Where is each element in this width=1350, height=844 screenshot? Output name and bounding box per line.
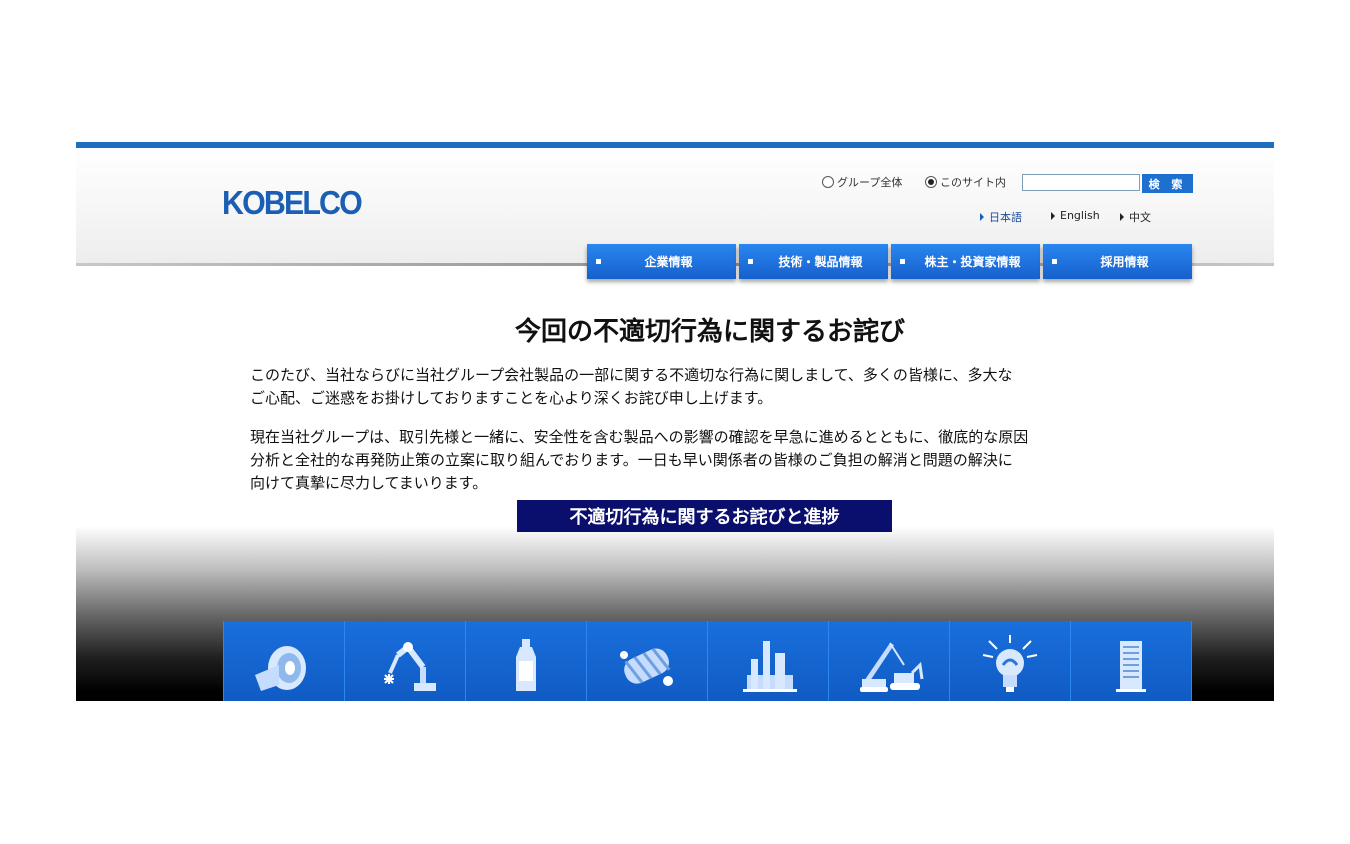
light-bulb-icon xyxy=(982,635,1038,692)
building-icon xyxy=(1116,641,1146,692)
business-tile[interactable] xyxy=(829,621,950,701)
lang-chinese[interactable]: 中文 xyxy=(1120,209,1151,225)
business-tile[interactable] xyxy=(950,621,1071,701)
paragraph-line: ご心配、ご迷惑をお掛けしておりますことを心より深くお詫び申し上げます。 xyxy=(250,389,773,407)
lang-label: English xyxy=(1060,209,1100,222)
paragraph-line: 分析と全社的な再発防止策の立案に取り組んでおります。一日も早い関係者の皆様のご負… xyxy=(250,451,1013,469)
business-tile[interactable] xyxy=(466,621,587,701)
paragraph-line: 現在当社グループは、取引先様と一緒に、安全性を含む製品への影響の確認を早急に進め… xyxy=(250,428,1029,446)
apology-paragraph: このたび、当社ならびに当社グループ会社製品の一部に関する不適切な行為に関しまして… xyxy=(250,364,1170,410)
scope-all-label: グループ全体 xyxy=(837,176,903,189)
page-title: 今回の不適切行為に関するお詫び xyxy=(514,317,905,347)
lang-label: 中文 xyxy=(1129,211,1151,224)
nav-recruit[interactable]: 採用情報 xyxy=(1043,244,1192,279)
search-input[interactable] xyxy=(1022,174,1140,191)
arrow-right-icon xyxy=(1051,211,1055,220)
business-icons-strip xyxy=(223,621,1192,701)
business-tile[interactable] xyxy=(345,621,466,701)
nav-label: 技術・製品情報 xyxy=(778,255,863,269)
kobelco-logo[interactable]: KOBELCO xyxy=(222,184,363,222)
compressor-icon xyxy=(620,647,673,686)
business-tile[interactable] xyxy=(587,621,708,701)
paragraph-line: このたび、当社ならびに当社グループ会社製品の一部に関する不適切な行為に関しまして… xyxy=(250,366,1013,384)
scope-site-label: このサイト内 xyxy=(940,176,1006,189)
nav-company-info[interactable]: 企業情報 xyxy=(587,244,736,279)
radio-checked-icon xyxy=(925,176,937,188)
apology-progress-link[interactable]: 不適切行為に関するお詫びと進捗 xyxy=(517,500,892,532)
welding-robot-icon xyxy=(384,642,436,691)
bottle-icon xyxy=(516,639,536,691)
site-container: KOBELCO グループ全体 このサイト内 検 索 日本語 English 中文… xyxy=(76,142,1274,701)
scope-site-radio[interactable]: このサイト内 xyxy=(925,174,1006,190)
construction-machinery-icon xyxy=(860,642,924,692)
arrow-right-icon xyxy=(980,213,984,221)
paragraph-line: 向けて真摯に尽力してまいります。 xyxy=(250,474,488,492)
search-button[interactable]: 検 索 xyxy=(1142,174,1193,193)
nav-label: 企業情報 xyxy=(644,255,693,269)
business-tile[interactable] xyxy=(708,621,829,701)
nav-investors[interactable]: 株主・投資家情報 xyxy=(891,244,1040,279)
radio-icon xyxy=(822,176,834,188)
steel-coil-icon xyxy=(255,646,306,691)
nav-label: 採用情報 xyxy=(1100,255,1149,269)
lang-japanese[interactable]: 日本語 xyxy=(980,209,1022,225)
lang-label: 日本語 xyxy=(989,211,1022,224)
scope-all-radio[interactable]: グループ全体 xyxy=(822,174,902,190)
lang-english[interactable]: English xyxy=(1051,209,1100,222)
nav-label: 株主・投資家情報 xyxy=(924,255,1021,269)
business-tile[interactable] xyxy=(1071,621,1192,701)
status-paragraph: 現在当社グループは、取引先様と一緒に、安全性を含む製品への影響の確認を早急に進め… xyxy=(250,426,1170,495)
nav-technology-products[interactable]: 技術・製品情報 xyxy=(739,244,888,279)
plant-icon xyxy=(743,641,797,692)
business-tile[interactable] xyxy=(223,621,345,701)
arrow-right-icon xyxy=(1120,213,1124,221)
